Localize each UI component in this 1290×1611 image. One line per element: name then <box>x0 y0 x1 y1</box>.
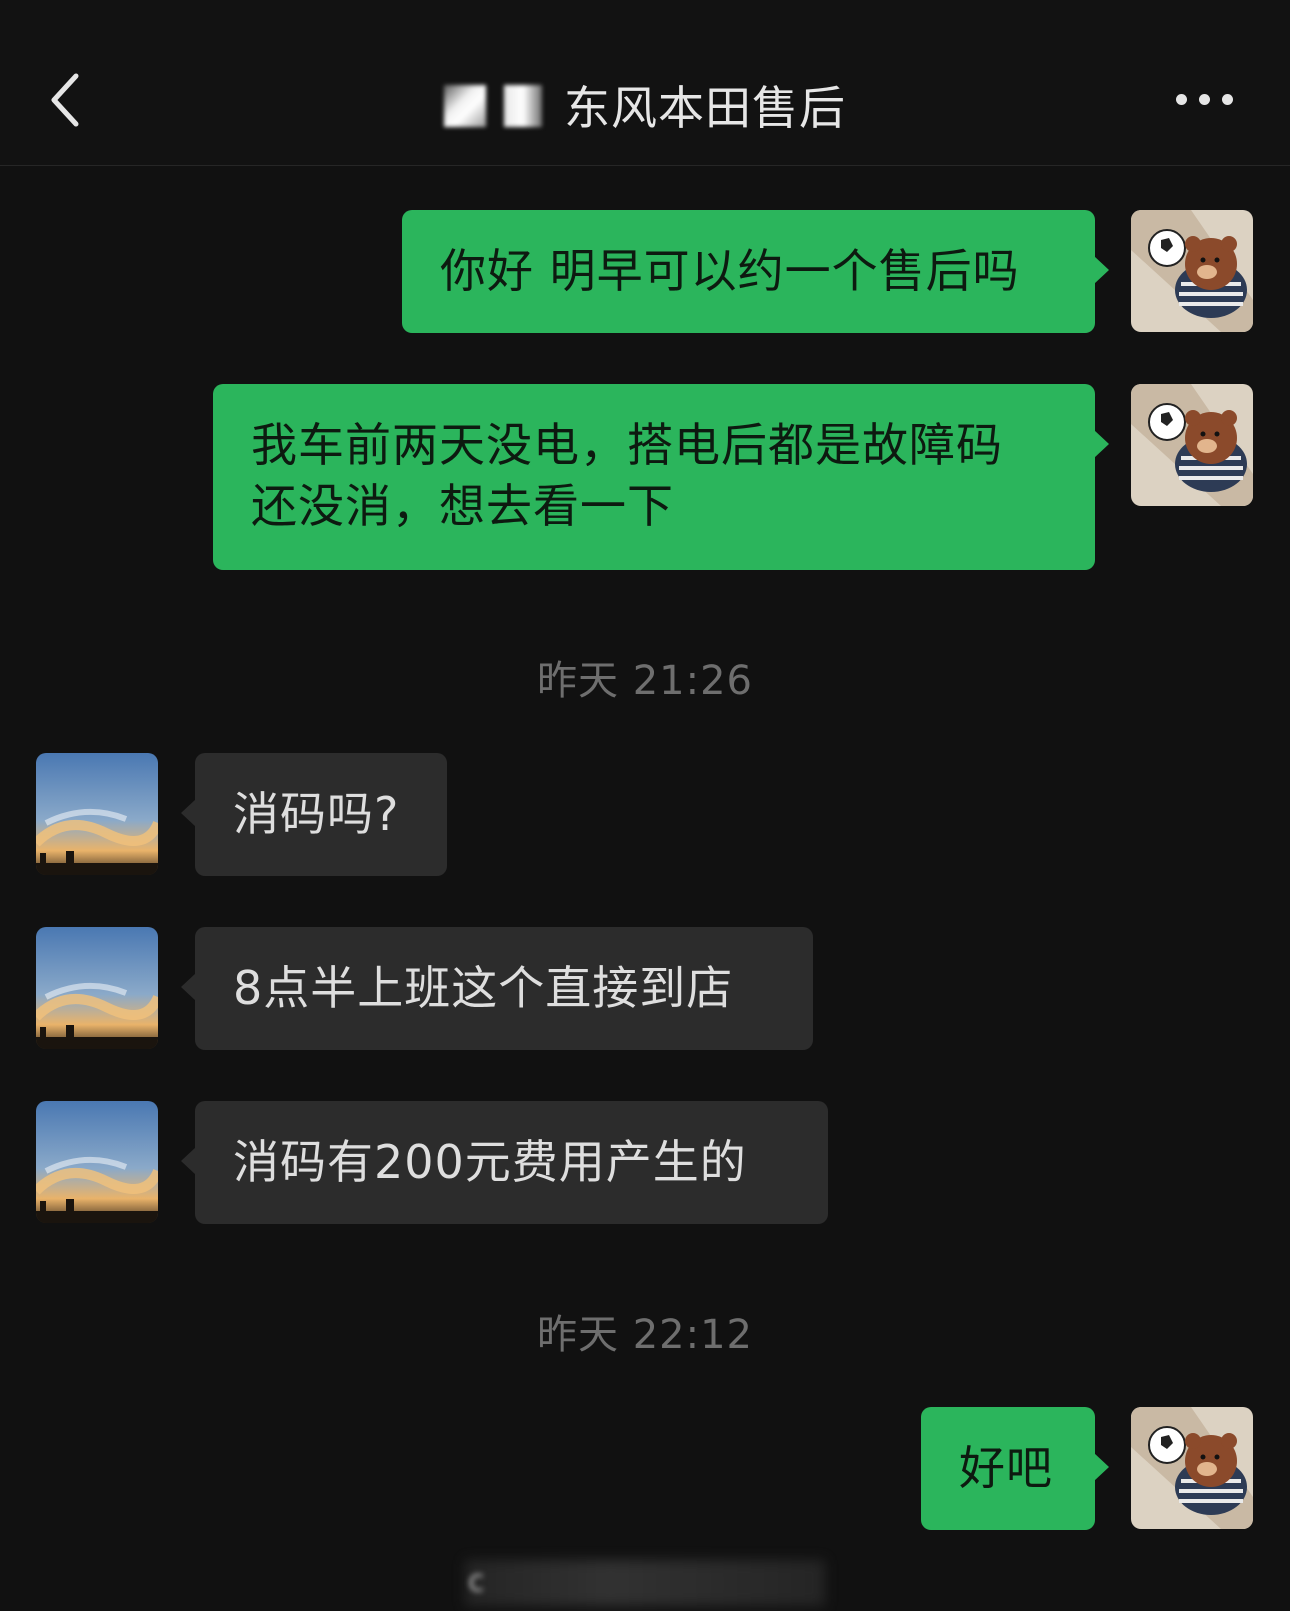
contact-avatar[interactable] <box>36 753 158 875</box>
bear-avatar-icon <box>1131 210 1253 332</box>
message-text: 消码有200元费用产生的 <box>233 1135 747 1189</box>
chat-header: 东风本田售后 <box>0 0 1290 166</box>
message-bubble-outgoing[interactable]: 我车前两天没电，搭电后都是故障码 还没消，想去看一下 <box>213 384 1109 570</box>
message-text: 好吧 <box>959 1441 1053 1495</box>
obscured-footer-text: c <box>468 1564 485 1599</box>
my-avatar[interactable] <box>1131 384 1253 506</box>
message-bubble-incoming[interactable]: 消码吗? <box>181 753 447 876</box>
contact-avatar[interactable] <box>36 1101 158 1223</box>
more-dot <box>1222 94 1233 105</box>
my-avatar[interactable] <box>1131 1407 1253 1529</box>
more-button[interactable] <box>1176 82 1236 116</box>
message-bubble-incoming[interactable]: 8点半上班这个直接到店 <box>181 927 813 1050</box>
obscured-footer <box>465 1560 825 1606</box>
message-bubble-outgoing[interactable]: 你好 明早可以约一个售后吗 <box>402 210 1109 333</box>
bear-avatar-icon <box>1131 384 1253 506</box>
chat-title-area: 东风本田售后 <box>0 72 1290 135</box>
sunset-avatar-icon <box>36 927 158 1049</box>
message-bubble-outgoing[interactable]: 好吧 <box>921 1407 1109 1530</box>
more-dot <box>1176 94 1187 105</box>
message-text: 消码吗? <box>233 787 400 841</box>
contact-avatar[interactable] <box>36 927 158 1049</box>
chat-title: 东风本田售后 <box>564 81 846 135</box>
obscured-name <box>444 83 552 127</box>
message-bubble-incoming[interactable]: 消码有200元费用产生的 <box>181 1101 828 1224</box>
message-text: 你好 明早可以约一个售后吗 <box>440 244 1020 298</box>
sunset-avatar-icon <box>36 1101 158 1223</box>
more-dot <box>1199 94 1210 105</box>
bear-avatar-icon <box>1131 1407 1253 1529</box>
message-text: 我车前两天没电，搭电后都是故障码 还没消，想去看一下 <box>251 418 1003 533</box>
message-text: 8点半上班这个直接到店 <box>233 961 734 1015</box>
timestamp: 昨天 21:26 <box>537 658 753 704</box>
sunset-avatar-icon <box>36 753 158 875</box>
my-avatar[interactable] <box>1131 210 1253 332</box>
timestamp: 昨天 22:12 <box>537 1312 753 1358</box>
